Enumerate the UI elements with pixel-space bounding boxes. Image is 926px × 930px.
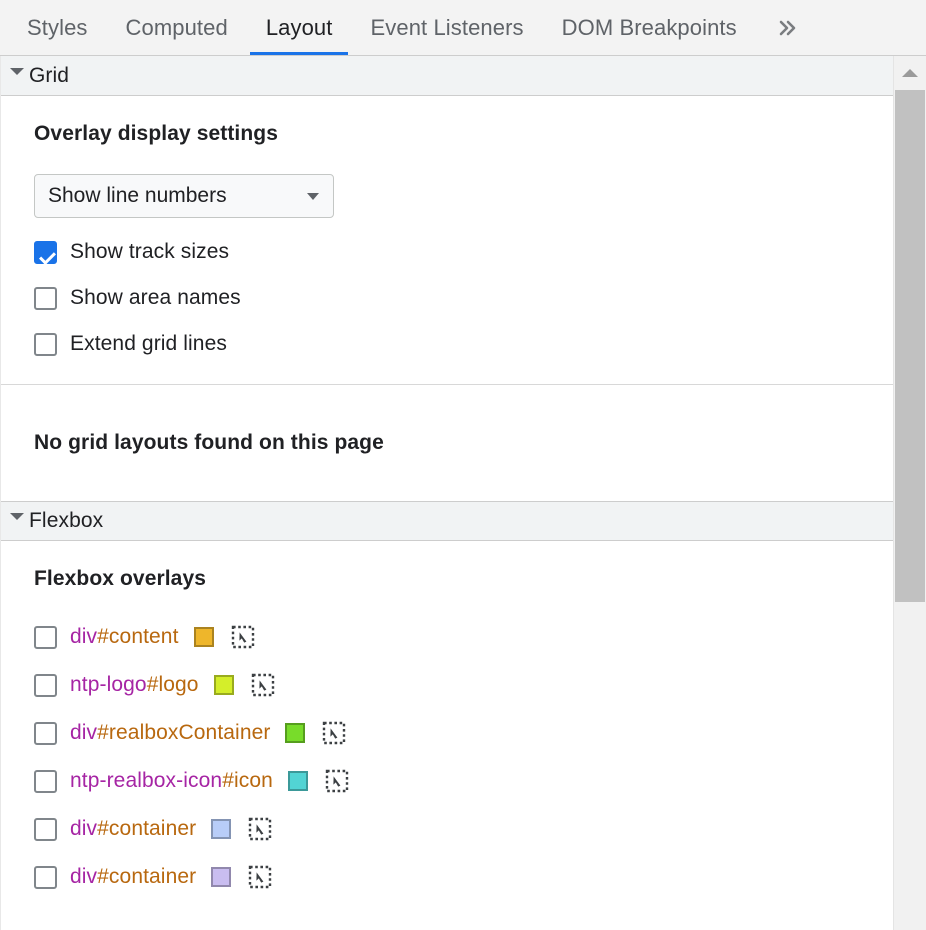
flexbox-overlay-row[interactable]: div#realboxContainer bbox=[34, 709, 893, 757]
tab-label: Computed bbox=[125, 14, 228, 40]
checkbox-label: Show area names bbox=[70, 286, 241, 309]
checkbox-extend-grid-lines[interactable]: Extend grid lines bbox=[34, 332, 893, 356]
section-title: Flexbox bbox=[29, 509, 104, 532]
select-element-icon[interactable] bbox=[230, 624, 256, 650]
line-numbers-select-value: Show line numbers bbox=[48, 184, 227, 207]
overlay-color-swatch[interactable] bbox=[213, 675, 234, 695]
tab-label: Layout bbox=[265, 14, 333, 40]
devtools-layout-panel: Styles Computed Layout Event Listeners D… bbox=[0, 0, 926, 930]
section-header-flexbox[interactable]: Flexbox bbox=[1, 501, 893, 541]
scrollbar-track[interactable] bbox=[894, 90, 926, 930]
section-header-grid[interactable]: Grid bbox=[1, 56, 893, 96]
tab-label: Styles bbox=[27, 14, 88, 40]
flexbox-overlay-row[interactable]: ntp-logo#logo bbox=[34, 661, 893, 709]
overlay-checkbox[interactable] bbox=[34, 817, 57, 841]
grid-settings-pane: Overlay display settings Show line numbe… bbox=[1, 96, 893, 384]
overlay-element-name: ntp-realbox-icon#icon bbox=[70, 769, 273, 793]
checkbox-box[interactable] bbox=[34, 240, 57, 264]
scroll-up-arrow-icon[interactable] bbox=[894, 56, 926, 90]
overlay-checkbox[interactable] bbox=[34, 673, 57, 697]
element-tag-name: ntp-logo bbox=[70, 673, 147, 696]
tab-styles[interactable]: Styles bbox=[8, 0, 107, 55]
select-element-icon[interactable] bbox=[321, 720, 347, 746]
tab-layout[interactable]: Layout bbox=[247, 0, 352, 55]
flexbox-overlay-list: div#content ntp-logo#logo div#realboxConta… bbox=[34, 613, 893, 901]
overlay-display-settings-title: Overlay display settings bbox=[34, 122, 279, 145]
element-id: #icon bbox=[222, 769, 273, 792]
overlay-color-swatch[interactable] bbox=[211, 867, 232, 887]
element-tag-name: div bbox=[70, 817, 98, 840]
tab-dom-breakpoints[interactable]: DOM Breakpoints bbox=[543, 0, 756, 55]
chevron-down-icon bbox=[307, 193, 319, 200]
chevron-down-icon bbox=[10, 513, 24, 527]
overlay-element-name: div#container bbox=[70, 865, 196, 889]
tab-label: Event Listeners bbox=[370, 14, 524, 40]
element-id: #container bbox=[97, 817, 197, 840]
vertical-scrollbar[interactable] bbox=[893, 56, 926, 930]
flexbox-overlay-row[interactable]: div#container bbox=[34, 853, 893, 901]
overlay-element-name: div#container bbox=[70, 817, 196, 841]
chevron-down-icon bbox=[10, 67, 24, 82]
checkbox-show-area-names[interactable]: Show area names bbox=[34, 286, 893, 310]
tab-event-listeners[interactable]: Event Listeners bbox=[351, 0, 542, 55]
select-element-icon[interactable] bbox=[250, 672, 276, 698]
panel-body: Grid Overlay display settings Show line … bbox=[0, 56, 926, 930]
flexbox-overlay-row[interactable]: div#container bbox=[34, 805, 893, 853]
tab-computed[interactable]: Computed bbox=[107, 0, 247, 55]
select-element-icon[interactable] bbox=[247, 864, 273, 890]
flexbox-overlay-row[interactable]: ntp-realbox-icon#icon bbox=[34, 757, 893, 805]
element-tag-name: div bbox=[70, 625, 98, 648]
tab-label: DOM Breakpoints bbox=[561, 14, 737, 40]
flexbox-overlay-row[interactable]: div#content bbox=[34, 613, 893, 661]
element-id: #realboxContainer bbox=[97, 721, 271, 744]
element-id: #content bbox=[97, 625, 179, 648]
line-numbers-select-wrap: Show line numbers bbox=[34, 174, 893, 218]
element-id: #container bbox=[97, 865, 197, 888]
overlay-checkbox[interactable] bbox=[34, 865, 57, 889]
flexbox-overlays-pane: Flexbox overlays div#content ntp-logo#log… bbox=[1, 541, 893, 911]
overlay-element-name: div#content bbox=[70, 625, 179, 649]
overlay-element-name: div#realboxContainer bbox=[70, 721, 270, 745]
overlay-element-name: ntp-logo#logo bbox=[70, 673, 199, 697]
select-element-icon[interactable] bbox=[324, 768, 350, 794]
panel-tabbar: Styles Computed Layout Event Listeners D… bbox=[0, 0, 926, 56]
overlay-color-swatch[interactable] bbox=[193, 627, 214, 647]
overlay-color-swatch[interactable] bbox=[285, 723, 306, 743]
element-tag-name: ntp-realbox-icon bbox=[70, 769, 223, 792]
overlay-color-swatch[interactable] bbox=[211, 819, 232, 839]
section-title: Grid bbox=[29, 63, 70, 87]
element-id: #logo bbox=[146, 673, 199, 696]
grid-empty-message: No grid layouts found on this page bbox=[34, 431, 384, 454]
checkbox-show-track-sizes[interactable]: Show track sizes bbox=[34, 240, 893, 264]
checkbox-box[interactable] bbox=[34, 332, 57, 356]
select-element-icon[interactable] bbox=[247, 816, 273, 842]
overlay-color-swatch[interactable] bbox=[287, 771, 308, 791]
grid-empty-state: No grid layouts found on this page bbox=[1, 384, 893, 501]
checkbox-label: Show track sizes bbox=[70, 240, 230, 263]
scrollbar-thumb[interactable] bbox=[895, 90, 925, 602]
more-tabs-icon[interactable] bbox=[756, 0, 818, 55]
line-numbers-select[interactable]: Show line numbers bbox=[34, 174, 334, 218]
overlay-checkbox[interactable] bbox=[34, 625, 57, 649]
overlay-checkbox[interactable] bbox=[34, 721, 57, 745]
checkbox-label: Extend grid lines bbox=[70, 332, 227, 355]
element-tag-name: div bbox=[70, 721, 98, 744]
checkbox-box[interactable] bbox=[34, 286, 57, 310]
flexbox-overlays-title: Flexbox overlays bbox=[34, 567, 207, 590]
element-tag-name: div bbox=[70, 865, 98, 888]
overlay-checkbox[interactable] bbox=[34, 769, 57, 793]
layout-scroll-content: Grid Overlay display settings Show line … bbox=[0, 56, 893, 930]
